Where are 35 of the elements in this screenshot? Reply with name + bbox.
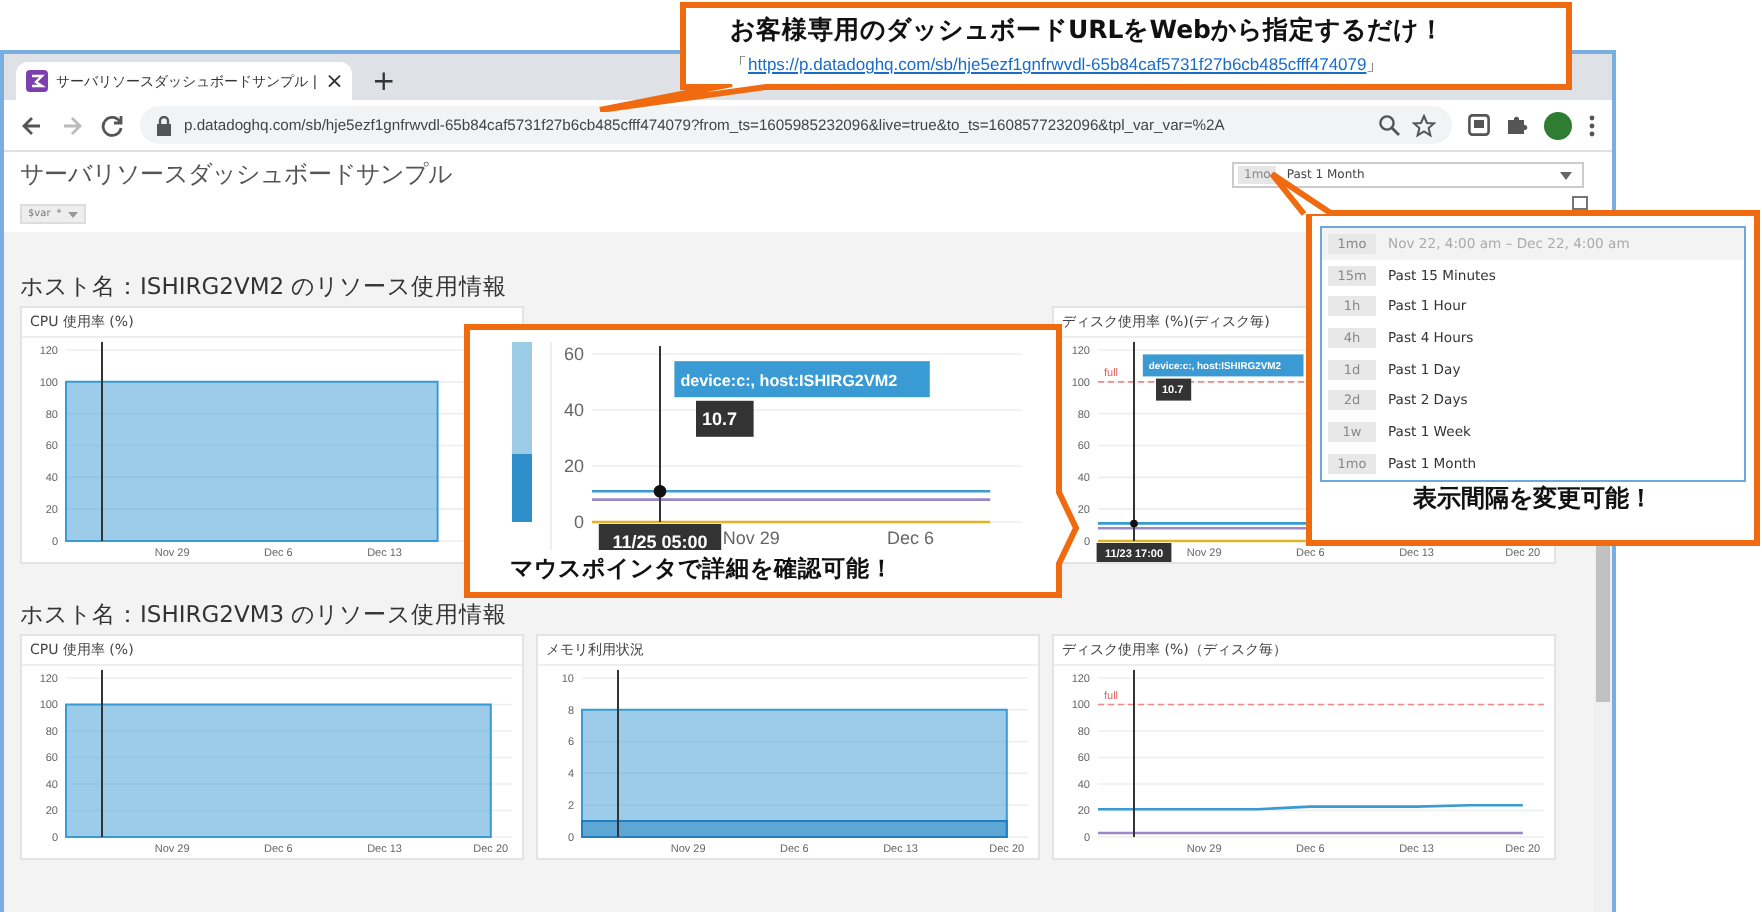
section-title: ホスト名：ISHIRG2VM2 のリソース使用情報 [20, 272, 508, 302]
hover-point [653, 484, 667, 498]
puzzle-icon[interactable] [1506, 114, 1528, 136]
dashboard-title: サーバリソースダッシュボードサンプル [20, 158, 452, 192]
caret-icon [67, 211, 78, 217]
x-tick-label: Nov 29 [722, 528, 780, 548]
back-icon[interactable] [20, 113, 44, 137]
app-logo-icon [26, 70, 48, 92]
section-title: ホスト名：ISHIRG2VM3 のリソース使用情報 [20, 600, 508, 630]
caret-icon [1560, 171, 1572, 179]
tooltip-value: 10.7 [696, 400, 754, 437]
square-icon[interactable] [1572, 195, 1588, 209]
callout-title: お客様専用のダッシュボードURLをWebから指定するだけ！ [730, 14, 1448, 48]
dashboard-link[interactable]: https://p.datadoghq.com/sb/hje5ezf1gnfrwvdl-65b84caf5731f27b6cb485cfff474079 [748, 54, 1367, 74]
avatar-icon[interactable] [1544, 111, 1572, 139]
y-tick-label: 60 [563, 344, 584, 365]
close-button[interactable]: × [325, 70, 344, 92]
lock-icon [156, 115, 172, 135]
url-callout-text: 「https://p.datadoghq.com/sb/hje5ezf1gnfrwvdl-65b84caf5731f27b6cb485cfff474079」 [730, 54, 1387, 78]
new-tab-button[interactable]: + [372, 68, 396, 96]
callout-caption: 表示間隔を変更可能！ [1413, 483, 1653, 512]
menu-icon[interactable] [1588, 113, 1596, 137]
callout-caption: マウスポインタで詳細を確認可能！ [510, 554, 896, 584]
hover-time: 11/25 05:00 [598, 524, 722, 550]
y-tick-label: 40 [563, 400, 584, 421]
hover-point [1130, 519, 1138, 528]
star-icon[interactable] [1412, 113, 1436, 137]
zoom-icon[interactable] [1378, 114, 1400, 136]
tooltip-label: device:c:, host:ISHIRG2VM2 [674, 361, 930, 398]
y-tick-label: 0 [573, 512, 584, 533]
reload-icon[interactable] [100, 113, 124, 137]
bar-strip-icon [510, 342, 534, 522]
x-tick-label: Dec 6 [887, 528, 935, 548]
extension-icon[interactable] [1468, 114, 1490, 136]
y-tick-label: 20 [563, 456, 584, 477]
